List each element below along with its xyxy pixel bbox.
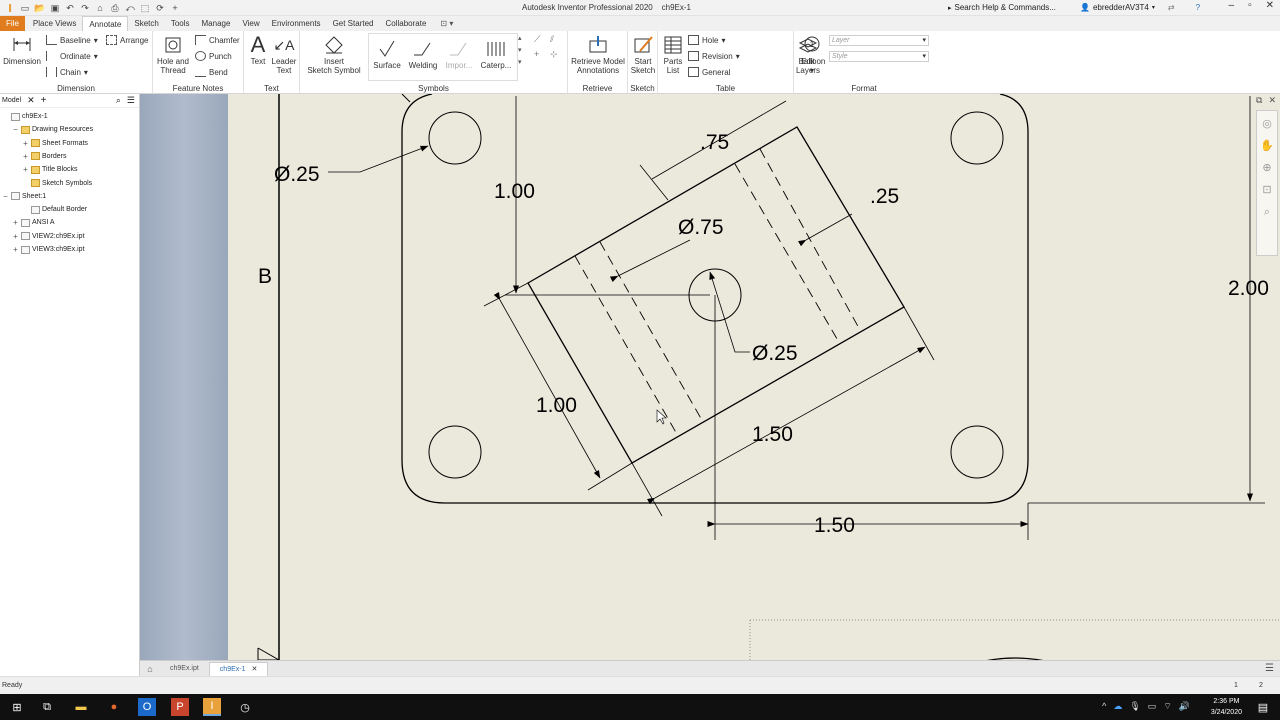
dim-left-1-00: 1.00 [536,394,577,417]
file-explorer-icon[interactable]: ▬ [72,698,90,716]
taskbar-clock[interactable]: 2:36 PM 3/24/2020 [1211,696,1242,718]
status-bar: Ready 1 2 [0,676,1280,694]
drawing-view: B Ø.25 1.00 .75 .25 Ø.75 Ø.25 1.00 1.50 … [257,94,1280,660]
task-view-icon[interactable]: ⧉ [38,698,56,716]
dim-center-hole: Ø.25 [752,342,798,365]
outlook-icon[interactable]: O [138,698,156,716]
dim-bottom-1-50: 1.50 [752,423,793,446]
steering-wheel-icon[interactable]: ◎ [1258,115,1276,133]
document-tabs: ⌂ ch9Ex.ipt ch9Ex-1 ✕ ☰ [140,660,1280,676]
doc-tab-drawing-label: ch9Ex-1 [219,665,246,673]
corner-hole-bottom-right [950,425,1004,479]
close-icon[interactable]: ✕ [1268,95,1276,106]
ext-line-left-a [483,282,529,307]
home-icon[interactable]: ⌂ [140,664,160,674]
dim-hole-dia-top-left: Ø.25 [274,163,320,186]
notifications-icon[interactable]: ▤ [1254,698,1272,716]
pan-icon[interactable]: ✋ [1258,137,1276,155]
status-count-1: 1 [1234,682,1238,689]
status-count-2: 2 [1259,682,1263,689]
leader-center-bore [609,239,691,283]
close-icon[interactable]: ✕ [251,666,257,673]
onedrive-icon[interactable]: ☁ [1113,701,1122,712]
dim-line-left-1-00 [493,291,601,479]
ext-line-bottom-b [903,306,935,361]
windows-start-icon[interactable]: ⊞ [8,698,26,716]
zone-letter: B [258,265,272,288]
ext-line-left-b [587,462,633,491]
ext-line-bottom-a [631,462,663,517]
dim-vertical-1-00: 1.00 [494,180,535,203]
restore-icon[interactable]: ⧉ [1256,95,1262,106]
corner-hole-top-right [950,111,1004,165]
zoom-all-icon[interactable]: ⌕ [1258,203,1276,221]
leader-hole-dia [328,145,429,173]
windows-taskbar: ⊞ ⧉ ▬ ● O P I ◷ ^ ☁ 🎙 ▭ ⌔ 🔊 2:36 PM 3/24… [0,694,1280,720]
dim-center-bore: Ø.75 [678,216,724,239]
zoom-icon[interactable]: ⊕ [1258,159,1276,177]
clock-date: 3/24/2020 [1210,709,1242,716]
microphone-icon[interactable]: 🎙 [1129,701,1140,712]
tabs-menu-icon[interactable]: ☰ [1265,663,1274,674]
corner-hole-bottom-left [428,425,482,479]
view-window-controls: ⧉ ✕ [1256,95,1276,106]
doc-tab-drawing[interactable]: ch9Ex-1 ✕ [208,661,269,676]
corner-hole-top-left [428,111,482,165]
status-text: Ready [2,682,23,689]
border-triangle [257,647,280,660]
system-tray: ^ ☁ 🎙 ▭ ⌔ 🔊 [1102,701,1190,712]
clock-time: 2:36 PM [1213,698,1240,705]
inventor-taskbar-icon[interactable]: I [203,698,221,716]
powerpoint-icon[interactable]: P [171,698,189,716]
leader-center-hole [709,271,750,353]
doc-tab-part[interactable]: ch9Ex.ipt [160,662,209,676]
chevron-up-icon[interactable]: ^ [1102,701,1106,712]
dim-25: .25 [870,185,899,208]
dim-line-25 [797,213,853,247]
hidden-lines [574,148,861,437]
firefox-icon[interactable]: ● [105,698,123,716]
zoom-window-icon[interactable]: ⊡ [1258,181,1276,199]
dim-75: .75 [700,131,729,154]
dim-horizontal-1-50: 1.50 [814,514,855,537]
plate-corner-mark [401,94,411,103]
wifi-icon[interactable]: ⌔ [1163,701,1171,712]
network-icon[interactable]: ▭ [1148,701,1157,712]
volume-icon[interactable]: 🔊 [1179,701,1190,712]
dim-height-2-00: 2.00 [1228,277,1269,300]
ext-line-75-a [639,164,669,201]
clock-app-icon[interactable]: ◷ [236,698,254,716]
navigation-bar: ◎ ✋ ⊕ ⊡ ⌕ [1256,110,1278,256]
